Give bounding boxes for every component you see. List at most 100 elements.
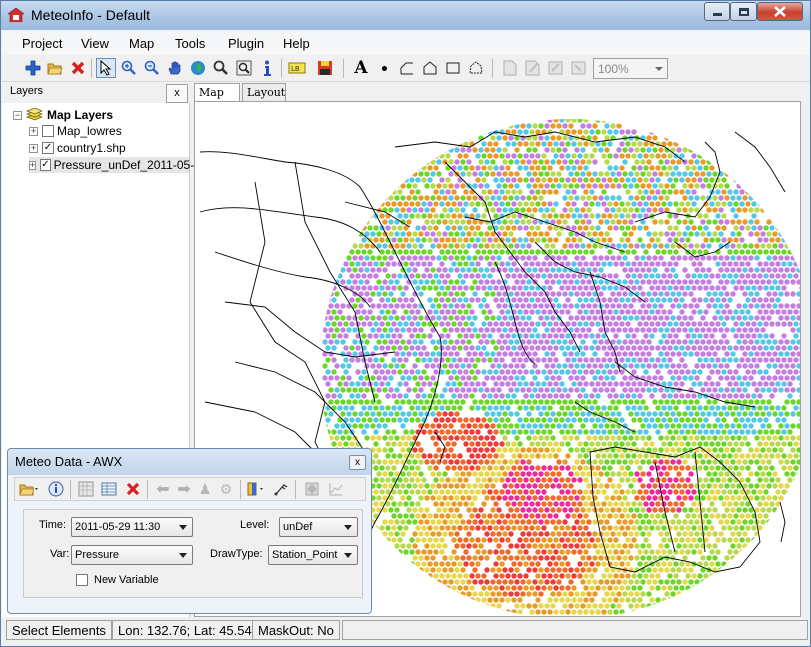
station-point (760, 459, 766, 465)
station-point (571, 525, 577, 531)
layer-visibility-checkbox[interactable] (42, 125, 54, 137)
station-point (742, 459, 748, 465)
station-point (424, 267, 430, 273)
station-point (754, 327, 760, 333)
expand-icon[interactable]: + (29, 143, 38, 153)
station-point (592, 447, 598, 453)
station-point (661, 153, 667, 159)
station-point (682, 435, 688, 441)
zoom-level-select[interactable]: 100% (593, 58, 668, 79)
station-point (589, 297, 595, 303)
zoom-to-layer-button[interactable] (234, 58, 254, 78)
station-point (577, 309, 583, 315)
station-point (373, 441, 379, 447)
add-polyline-button[interactable] (397, 58, 417, 78)
menu-tools[interactable]: Tools (175, 36, 205, 51)
layer-item-map-lowres[interactable]: + Map_lowres (29, 123, 122, 139)
station-point (340, 339, 346, 345)
close-button[interactable] (757, 2, 803, 21)
station-point (547, 465, 553, 471)
menu-help[interactable]: Help (283, 36, 310, 51)
menu-map[interactable]: Map (129, 36, 154, 51)
station-point (376, 363, 382, 369)
pan-button[interactable] (165, 58, 185, 78)
station-point (778, 303, 784, 309)
station-point (679, 201, 685, 207)
delete-vertex-button[interactable] (569, 58, 589, 78)
tree-root-map-layers[interactable]: − Map Layers (13, 107, 113, 123)
station-point (646, 351, 652, 357)
hand-icon (168, 61, 181, 75)
station-point (328, 183, 334, 189)
station-point (610, 387, 616, 393)
station-point (583, 417, 589, 423)
station-point (424, 123, 430, 129)
remove-layer-button[interactable] (68, 58, 88, 78)
station-point (628, 435, 634, 441)
identify-button[interactable] (257, 58, 277, 78)
station-point (439, 177, 445, 183)
layer-visibility-checkbox[interactable]: ✓ (40, 159, 51, 171)
collapse-icon[interactable]: − (13, 110, 22, 120)
station-point (598, 471, 604, 477)
menu-view[interactable]: View (81, 36, 109, 51)
legend-button[interactable]: LB (287, 58, 307, 78)
add-rectangle-button[interactable] (443, 58, 463, 78)
add-text-button[interactable]: A (351, 58, 371, 78)
station-point (568, 399, 574, 405)
add-polygon-button[interactable] (420, 58, 440, 78)
tab-layout[interactable]: Layout (242, 83, 286, 101)
add-curve-button[interactable] (466, 58, 486, 78)
menu-plugin[interactable]: Plugin (228, 36, 264, 51)
station-point (649, 465, 655, 471)
station-point (652, 387, 658, 393)
save-button[interactable] (315, 58, 335, 78)
minimize-button[interactable] (704, 2, 730, 21)
zoom-out-button[interactable] (142, 58, 162, 78)
layer-item-country1[interactable]: + ✓ country1.shp (29, 140, 126, 156)
station-point (568, 231, 574, 237)
station-point (673, 177, 679, 183)
expand-icon[interactable]: + (29, 126, 38, 136)
station-point (712, 195, 718, 201)
add-layer-button[interactable] (23, 58, 43, 78)
station-point (640, 159, 646, 165)
station-point (517, 177, 523, 183)
layer-item-pressure[interactable]: + ✓ Pressure_unDef_2011-05- (29, 157, 194, 173)
station-point (736, 447, 742, 453)
station-point (565, 429, 571, 435)
tab-map[interactable]: Map (194, 83, 240, 101)
station-point (652, 507, 658, 513)
station-point (517, 501, 523, 507)
station-point (625, 321, 631, 327)
station-point (391, 513, 397, 519)
station-point (607, 213, 613, 219)
station-point (481, 321, 487, 327)
station-point (430, 519, 436, 525)
station-point (505, 225, 511, 231)
zoom-in-button[interactable] (119, 58, 139, 78)
layers-panel-close-button[interactable]: x (166, 84, 188, 103)
open-project-button[interactable] (45, 58, 65, 78)
maximize-button[interactable] (730, 2, 757, 21)
station-point (763, 189, 769, 195)
layer-visibility-checkbox[interactable]: ✓ (42, 142, 54, 154)
edit-layout-button[interactable] (523, 58, 543, 78)
station-point (646, 483, 652, 489)
title-bar[interactable]: MeteoInfo - Default (1, 1, 810, 30)
edit-vertex-button[interactable] (546, 58, 566, 78)
new-layout-button[interactable] (500, 58, 520, 78)
station-point (799, 141, 800, 147)
add-point-button[interactable] (374, 58, 394, 78)
expand-icon[interactable]: + (29, 160, 37, 170)
full-extent-button[interactable] (188, 58, 208, 78)
identify-zoom-button[interactable] (211, 58, 231, 78)
station-point (331, 201, 337, 207)
station-point (688, 423, 694, 429)
station-point (385, 165, 391, 171)
station-point (358, 423, 364, 429)
menu-project[interactable]: Project (22, 36, 62, 51)
select-tool-button[interactable] (96, 58, 116, 78)
station-point (700, 315, 706, 321)
station-point (472, 219, 478, 225)
